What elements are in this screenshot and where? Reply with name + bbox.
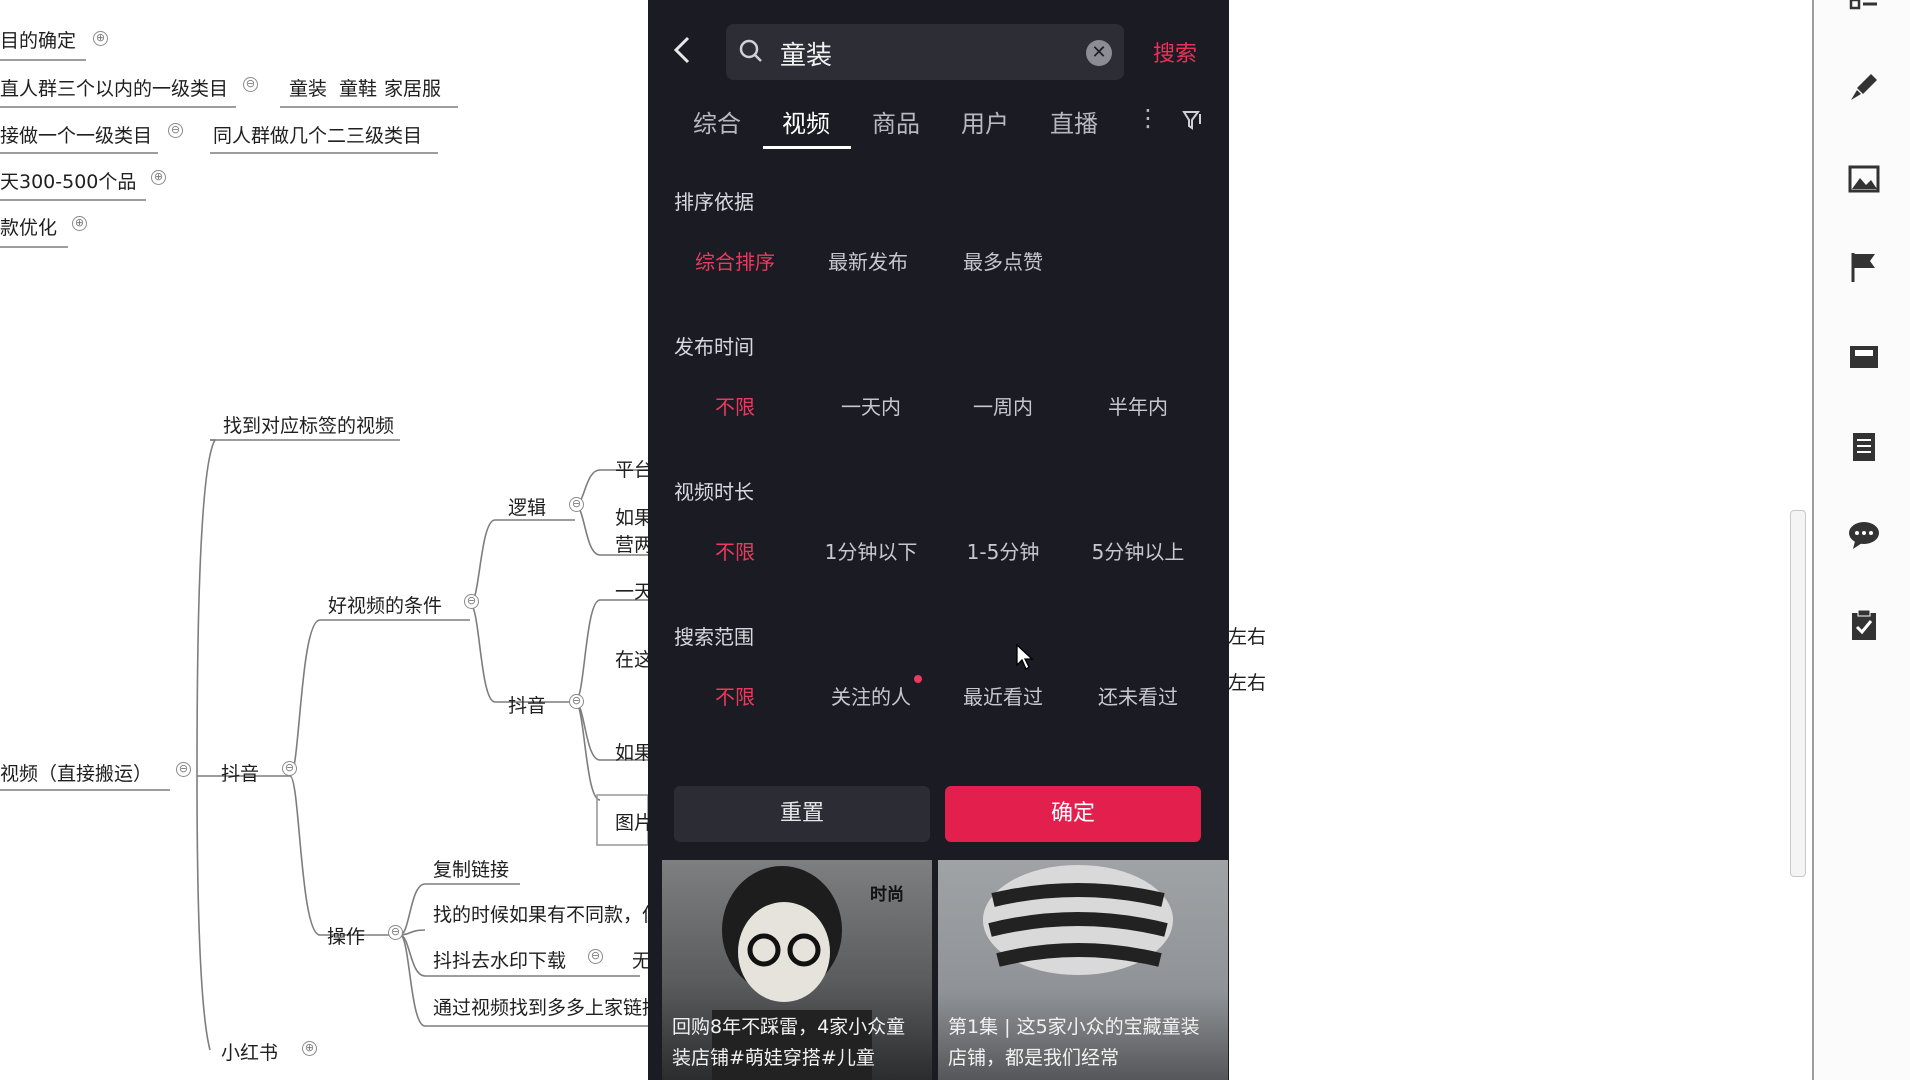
chat-icon[interactable]	[1847, 518, 1881, 552]
mindmap-node[interactable]: 操作	[327, 922, 365, 949]
tab-general[interactable]: 综合	[693, 104, 741, 139]
scope-option[interactable]: 最近看过	[943, 681, 1063, 710]
search-button[interactable]: 搜索	[1153, 36, 1197, 68]
time-option[interactable]: 一周内	[943, 391, 1063, 420]
tab-video[interactable]: 视频	[782, 104, 830, 139]
time-option[interactable]: 不限	[675, 391, 795, 420]
list-icon[interactable]	[1847, 0, 1881, 28]
sort-option[interactable]: 综合排序	[675, 246, 795, 275]
reset-button[interactable]: 重置	[674, 786, 930, 842]
video-caption: 第1集 | 这5家小众的宝藏童装店铺，都是我们经常	[948, 1016, 1200, 1069]
phone-screen: ✕ 搜索 综合 视频 商品 用户 直播 ⋮ 排序依据 综合排序 最新发布 最多点…	[648, 0, 1229, 1080]
sort-section-title: 排序依据	[674, 190, 754, 214]
video-tag: 时尚	[870, 885, 904, 905]
mindmap-node[interactable]: 接做一个一级类目	[0, 121, 152, 148]
mindmap-node[interactable]: 同人群做几个二三级类目	[213, 121, 422, 148]
back-button[interactable]	[668, 30, 698, 70]
brush-icon[interactable]	[1847, 70, 1881, 104]
scope-option[interactable]: 不限	[675, 681, 795, 710]
mindmap-node[interactable]: 复制链接	[433, 855, 509, 882]
expand-icon[interactable]: ⊕	[302, 1041, 317, 1056]
right-toolbar	[1812, 0, 1910, 1080]
document-icon[interactable]	[1847, 430, 1881, 464]
collapse-icon[interactable]: ⊖	[569, 694, 584, 709]
notification-dot	[914, 675, 922, 683]
mindmap-node[interactable]: 逻辑	[508, 493, 546, 520]
more-tabs-icon[interactable]: ⋮	[1136, 104, 1160, 132]
scope-option[interactable]: 还未看过	[1078, 681, 1198, 710]
clipboard-icon[interactable]	[1847, 608, 1881, 642]
mindmap-node[interactable]: 目的确定	[0, 26, 76, 53]
flag-icon[interactable]	[1847, 250, 1881, 284]
collapse-icon[interactable]: ⊖	[464, 594, 479, 609]
video-caption: 回购8年不踩雷，4家小众童装店铺#萌娃穿搭#儿童	[672, 1016, 906, 1069]
sort-option[interactable]: 最多点赞	[943, 246, 1063, 275]
scope-section-title: 搜索范围	[674, 625, 754, 649]
tab-bar: 综合 视频 商品 用户 直播 ⋮	[648, 96, 1229, 152]
collapse-icon[interactable]: ⊖	[388, 925, 403, 940]
mindmap-node[interactable]: 款优化	[0, 213, 57, 240]
time-section-title: 发布时间	[674, 335, 754, 359]
clear-icon[interactable]: ✕	[1086, 40, 1112, 66]
video-card[interactable]: 时尚 回购8年不踩雷，4家小众童装店铺#萌娃穿搭#儿童	[662, 860, 932, 1080]
time-option[interactable]: 一天内	[811, 391, 931, 420]
duration-option[interactable]: 5分钟以上	[1078, 536, 1198, 565]
confirm-button[interactable]: 确定	[945, 786, 1201, 842]
sort-option[interactable]: 最新发布	[808, 246, 928, 275]
collapse-icon[interactable]: ⊖	[168, 123, 183, 138]
mindmap-node[interactable]: 抖抖去水印下载	[433, 946, 566, 973]
mindmap-node[interactable]: 左右	[1228, 622, 1266, 649]
expand-icon[interactable]: ⊕	[151, 170, 166, 185]
tab-underline	[763, 146, 851, 149]
duration-option[interactable]: 1-5分钟	[943, 536, 1063, 565]
collapse-icon[interactable]: ⊖	[282, 761, 297, 776]
mindmap-node[interactable]: 视频（直接搬运）	[0, 759, 152, 786]
expand-icon[interactable]: ⊕	[72, 216, 87, 231]
video-card[interactable]: 第1集 | 这5家小众的宝藏童装店铺，都是我们经常	[938, 860, 1228, 1080]
mindmap-node[interactable]: 直人群三个以内的一级类目	[0, 74, 228, 101]
image-icon[interactable]	[1847, 162, 1881, 196]
collapse-icon[interactable]: ⊖	[176, 762, 191, 777]
mindmap-node[interactable]: 天300-500个品	[0, 167, 136, 194]
mindmap-node[interactable]: 找到对应标签的视频	[223, 411, 394, 438]
mindmap-node[interactable]: 左右	[1228, 668, 1266, 695]
search-input[interactable]	[778, 34, 1072, 72]
search-icon	[739, 39, 762, 62]
mindmap-node[interactable]: 家居服	[384, 74, 441, 101]
mindmap-node[interactable]: 通过视频找到多多上家链接	[433, 993, 661, 1020]
time-option[interactable]: 半年内	[1078, 391, 1198, 420]
duration-option[interactable]: 不限	[675, 536, 795, 565]
mindmap-node[interactable]: 童装	[289, 74, 327, 101]
mindmap-node[interactable]: 抖音	[508, 691, 546, 718]
scrollbar[interactable]	[1790, 510, 1806, 877]
tab-live[interactable]: 直播	[1050, 104, 1098, 139]
collapse-icon[interactable]: ⊖	[588, 949, 603, 964]
scope-option[interactable]: 关注的人	[811, 681, 931, 710]
duration-option[interactable]: 1分钟以下	[811, 536, 931, 565]
mindmap-node[interactable]: 找的时候如果有不同款，但	[433, 900, 661, 927]
mindmap-node[interactable]: 小红书	[221, 1038, 278, 1065]
expand-icon[interactable]: ⊕	[93, 31, 108, 46]
filter-icon[interactable]	[1181, 108, 1205, 132]
mindmap-node[interactable]: 抖音	[221, 759, 259, 786]
cursor-icon	[1016, 643, 1034, 670]
card-icon[interactable]	[1847, 340, 1881, 374]
tab-product[interactable]: 商品	[872, 104, 920, 139]
mindmap-node[interactable]: 好视频的条件	[328, 591, 442, 618]
tab-user[interactable]: 用户	[961, 104, 1009, 139]
mindmap-node[interactable]: 童鞋	[339, 74, 377, 101]
collapse-icon[interactable]: ⊖	[243, 77, 258, 92]
search-box[interactable]	[726, 24, 1124, 80]
collapse-icon[interactable]: ⊖	[569, 497, 584, 512]
duration-section-title: 视频时长	[674, 480, 754, 504]
